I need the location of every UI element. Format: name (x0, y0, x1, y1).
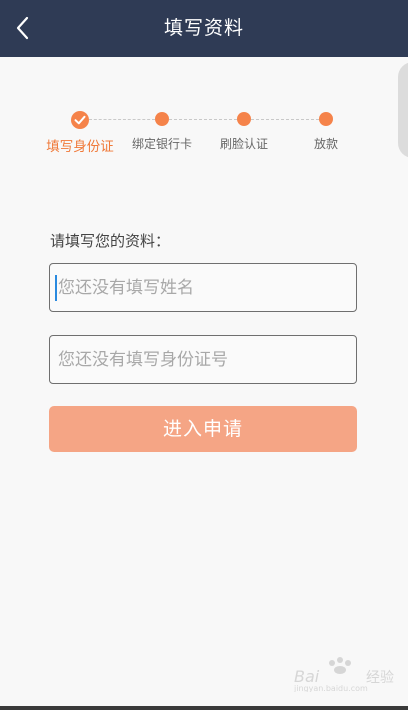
svg-text:经验: 经验 (366, 670, 394, 686)
step-label: 绑定银行卡 (131, 137, 192, 151)
step-connector (169, 119, 237, 120)
header-bar: 填写资料 (0, 0, 408, 57)
name-field (49, 263, 357, 312)
check-icon (74, 115, 86, 125)
svg-text:jingyan.baidu.com: jingyan.baidu.com (293, 684, 368, 692)
step-connector (251, 119, 319, 120)
name-input[interactable] (50, 264, 356, 311)
text-caret (55, 275, 57, 301)
page-title: 填写资料 (163, 17, 244, 39)
step-dot (237, 112, 251, 126)
step-connector (89, 119, 155, 120)
form-section-label: 请填写您的资料： (50, 232, 171, 250)
submit-button[interactable]: 进入申请 (49, 406, 357, 452)
step-completed-icon (71, 111, 89, 129)
bottom-edge (0, 706, 408, 710)
id-number-input[interactable] (50, 336, 356, 383)
step-dot (155, 112, 169, 126)
watermark-logo: Bai 经验 jingyan.baidu.com (293, 657, 394, 692)
id-number-field (49, 335, 357, 384)
step-label: 填写身份证 (46, 139, 114, 155)
step-dot (319, 112, 333, 126)
progress-steps: 填写身份证 绑定银行卡 刷脸认证 放款 (0, 104, 408, 164)
step-label: 放款 (313, 137, 338, 151)
step-label: 刷脸认证 (219, 137, 268, 151)
